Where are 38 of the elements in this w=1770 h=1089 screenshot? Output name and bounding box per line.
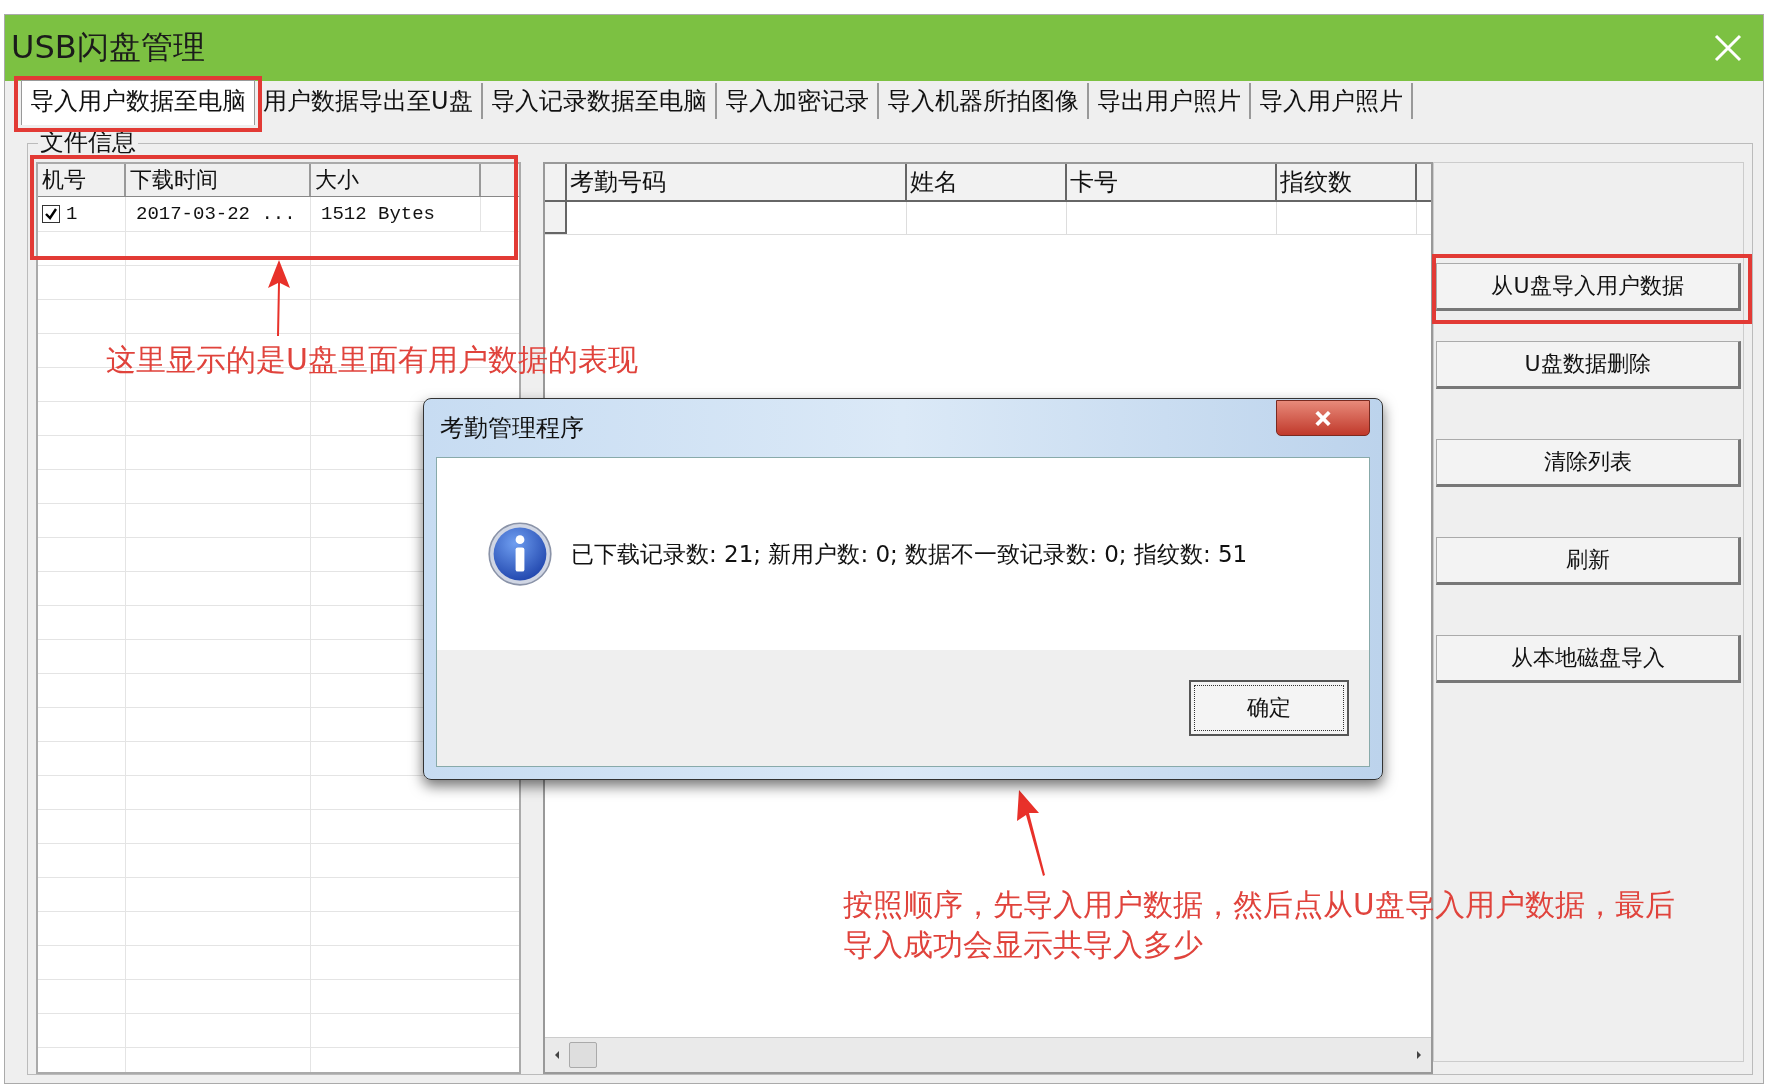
left-arrow-icon[interactable] (553, 1050, 561, 1060)
column-header[interactable]: 考勤号码 (567, 164, 907, 200)
action-button[interactable]: U盘数据删除 (1436, 341, 1741, 389)
checkbox[interactable] (42, 205, 60, 223)
annotation-text: 这里显示的是U盘里面有用户数据的表现 (106, 341, 638, 379)
tab[interactable]: 导入记录数据至电脑 (482, 83, 717, 119)
horizontal-scrollbar[interactable] (545, 1037, 1431, 1072)
ok-button[interactable]: 确定 (1189, 680, 1349, 736)
row-header[interactable] (545, 202, 567, 234)
table-cell: 2017-03-22 ... (136, 203, 296, 225)
tab[interactable]: 导出用户照片 (1088, 83, 1251, 119)
tab[interactable]: 导入机器所拍图像 (878, 83, 1089, 119)
table-cell: 1512 Bytes (321, 203, 436, 225)
column-header[interactable]: 卡号 (1067, 164, 1277, 200)
annotation-text: 按照顺序，先导入用户数据，然后点从U盘导入用户数据，最后 (843, 887, 1675, 924)
column-header[interactable]: 大小 (311, 164, 481, 196)
tab[interactable]: 导入用户数据至电脑 (21, 80, 255, 125)
column-header[interactable]: 指纹数 (1277, 164, 1417, 200)
dialog-message: 已下载记录数: 21; 新用户数: 0; 数据不一致记录数: 0; 指纹数: 51 (571, 539, 1248, 569)
column-header[interactable]: 下载时间 (126, 164, 311, 196)
tab[interactable]: 用户数据导出至U盘 (255, 83, 483, 119)
column-header[interactable]: 姓名 (907, 164, 1067, 200)
action-button[interactable]: 清除列表 (1436, 439, 1741, 487)
annotation-text: 导入成功会显示共导入多少 (843, 927, 1204, 964)
close-icon (1314, 410, 1332, 426)
window-title: USB闪盘管理 (11, 27, 205, 68)
dialog-title: 考勤管理程序 (439, 413, 584, 444)
tab[interactable]: 导入加密记录 (716, 83, 879, 119)
info-icon (487, 521, 553, 587)
right-arrow-icon[interactable] (1415, 1050, 1423, 1060)
column-header[interactable]: 机号 (38, 164, 126, 196)
action-button[interactable]: 从本地磁盘导入 (1436, 635, 1741, 683)
tab[interactable]: 导入用户照片 (1250, 83, 1413, 119)
scroll-thumb[interactable] (569, 1042, 597, 1068)
table-cell: 1 (66, 203, 78, 225)
action-button[interactable]: 从U盘导入用户数据 (1436, 263, 1741, 311)
close-button[interactable] (1276, 400, 1370, 436)
action-button[interactable]: 刷新 (1436, 537, 1741, 585)
